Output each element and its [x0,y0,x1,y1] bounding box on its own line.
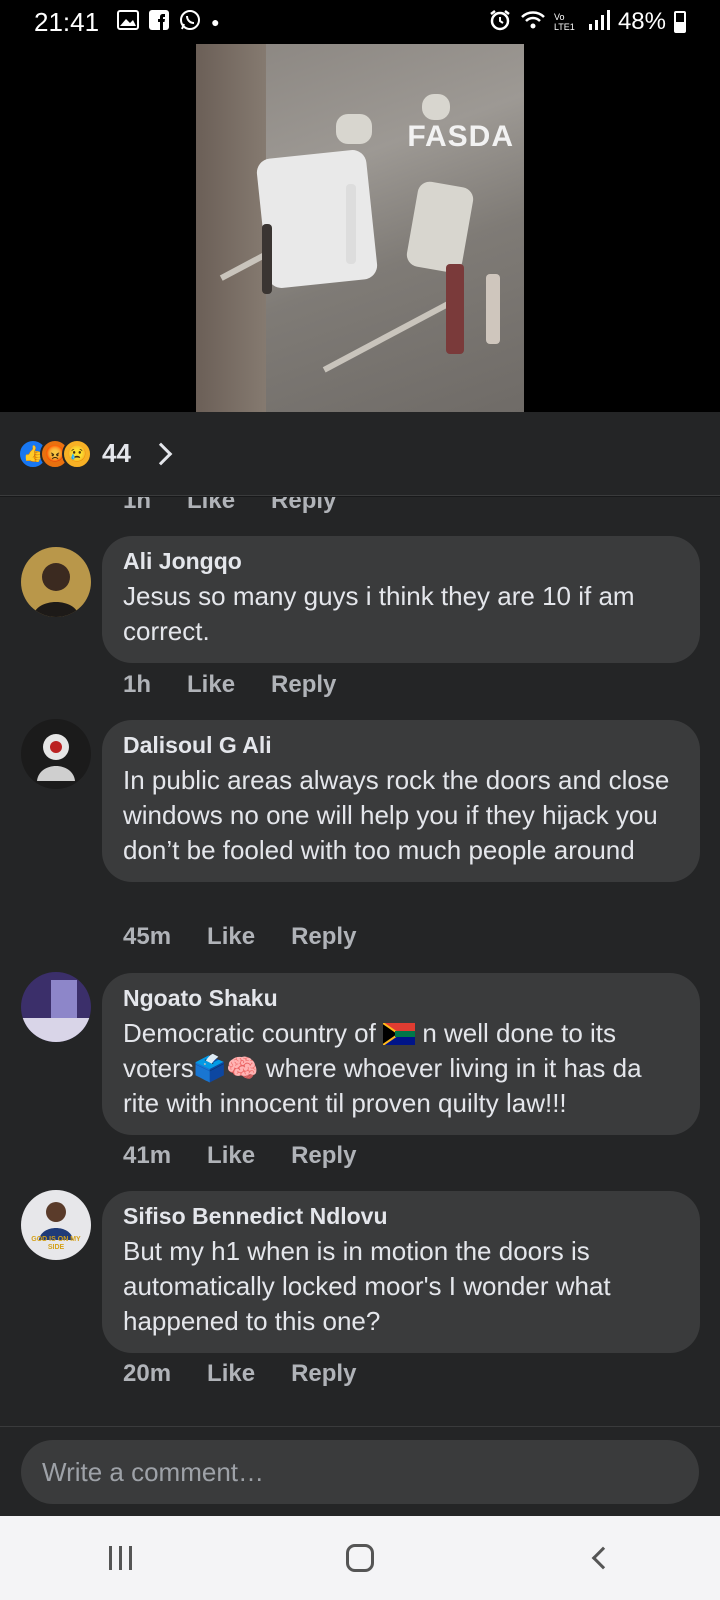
status-left: 21:41 ● [34,7,220,38]
volte-icon: Vo LTE1 [553,12,575,32]
ballot-brain-emoji-icon: 🗳️🧠 [193,1053,259,1083]
system-nav-bar [0,1516,720,1600]
reply-link[interactable]: Reply [291,923,356,951]
comment-meta-row: 1h Like Reply [123,497,336,515]
reaction-count: 44 [102,438,131,468]
comment-meta-row: 45m Like Reply [123,923,356,951]
video-road-marking [322,301,450,373]
like-link[interactable]: Like [207,1360,255,1388]
signal-icon [588,10,610,34]
facebook-icon [149,10,170,34]
video-player[interactable]: FASDA [0,44,720,412]
home-button[interactable] [330,1533,390,1583]
like-link[interactable]: Like [187,671,235,699]
reply-link[interactable]: Reply [291,1360,356,1388]
gallery-icon [117,10,140,34]
battery-icon [674,11,686,33]
battery-percent: 48% [617,8,666,35]
sad-reaction-icon: 😢 [62,438,92,469]
video-white-van [255,148,379,290]
like-link[interactable]: Like [207,923,255,951]
chevron-right-icon[interactable] [149,442,173,465]
comment-time: 45m [123,923,172,950]
comment-composer [0,1426,720,1516]
comment-text: In public areas always rock the doors an… [123,765,670,865]
comment-author[interactable]: Ali Jongqo [123,548,680,575]
like-link[interactable]: Like [207,1142,255,1170]
video-building-wall [196,44,266,412]
comment-author[interactable]: Sifiso Bennedict Ndlovu [123,1203,680,1230]
comment-meta-row: 1h Like Reply [123,671,336,699]
video-distant-car [336,114,372,144]
avatar-caption: GOD IS ON MY SIDE [31,1236,81,1251]
comment-meta-row: 41m Like Reply [123,1142,356,1170]
comment-time: 1h [123,671,152,698]
wifi-icon [520,9,546,35]
comment-text-part: Democratic country of [123,1018,376,1048]
home-icon [346,1544,374,1572]
comment-text: But my h1 when is in motion the doors is… [123,1236,611,1336]
reactions-summary[interactable]: 👍 😡 😢 44 [0,412,720,496]
whatsapp-icon [179,9,201,35]
video-person [262,224,272,294]
comment-time: 1h [123,497,152,514]
comment-text: Jesus so many guys i think they are 10 i… [123,581,635,646]
avatar[interactable]: GOD IS ON MY SIDE [21,1190,91,1260]
video-silver-car [404,179,476,275]
comment-time: 20m [123,1360,172,1387]
alarm-icon [488,8,512,36]
video-person [446,264,464,354]
like-link[interactable]: Like [187,497,235,515]
south-africa-flag-icon [382,1019,416,1046]
comment-author[interactable]: Ngoato Shaku [123,985,680,1012]
back-icon [591,1546,615,1570]
comment-time: 41m [123,1142,172,1169]
comment-bubble[interactable]: Ali Jongqo Jesus so many guys i think th… [102,536,700,663]
comment-bubble[interactable]: Dalisoul G Ali In public areas always ro… [102,720,700,882]
status-right: Vo LTE1 48% [488,8,686,36]
reply-link[interactable]: Reply [271,497,336,515]
notification-dot-icon: ● [211,14,220,30]
back-button[interactable] [570,1533,630,1583]
video-frame[interactable]: FASDA [196,44,524,412]
avatar[interactable] [21,972,91,1042]
recents-icon [108,1546,132,1570]
avatar[interactable] [21,547,91,617]
video-distant-car [422,94,450,120]
video-person [346,184,356,264]
comment-meta-row: 20m Like Reply [123,1360,356,1388]
comment-author[interactable]: Dalisoul G Ali [123,732,680,759]
comment-input[interactable] [21,1440,699,1504]
status-bar: 21:41 ● Vo LTE1 48% [0,0,720,44]
video-person [486,274,500,344]
video-watermark: FASDA [407,120,514,153]
comment-text: Democratic country of n well done to its… [123,1016,680,1121]
comments-list[interactable]: 1h Like Reply Ali Jongqo Jesus so many g… [0,497,720,1426]
comment-bubble[interactable]: Ngoato Shaku Democratic country of n wel… [102,973,700,1135]
recents-button[interactable] [90,1533,150,1583]
comment-bubble[interactable]: Sifiso Bennedict Ndlovu But my h1 when i… [102,1191,700,1353]
status-time: 21:41 [34,6,100,37]
reply-link[interactable]: Reply [271,671,336,699]
avatar[interactable] [21,719,91,789]
reply-link[interactable]: Reply [291,1142,356,1170]
